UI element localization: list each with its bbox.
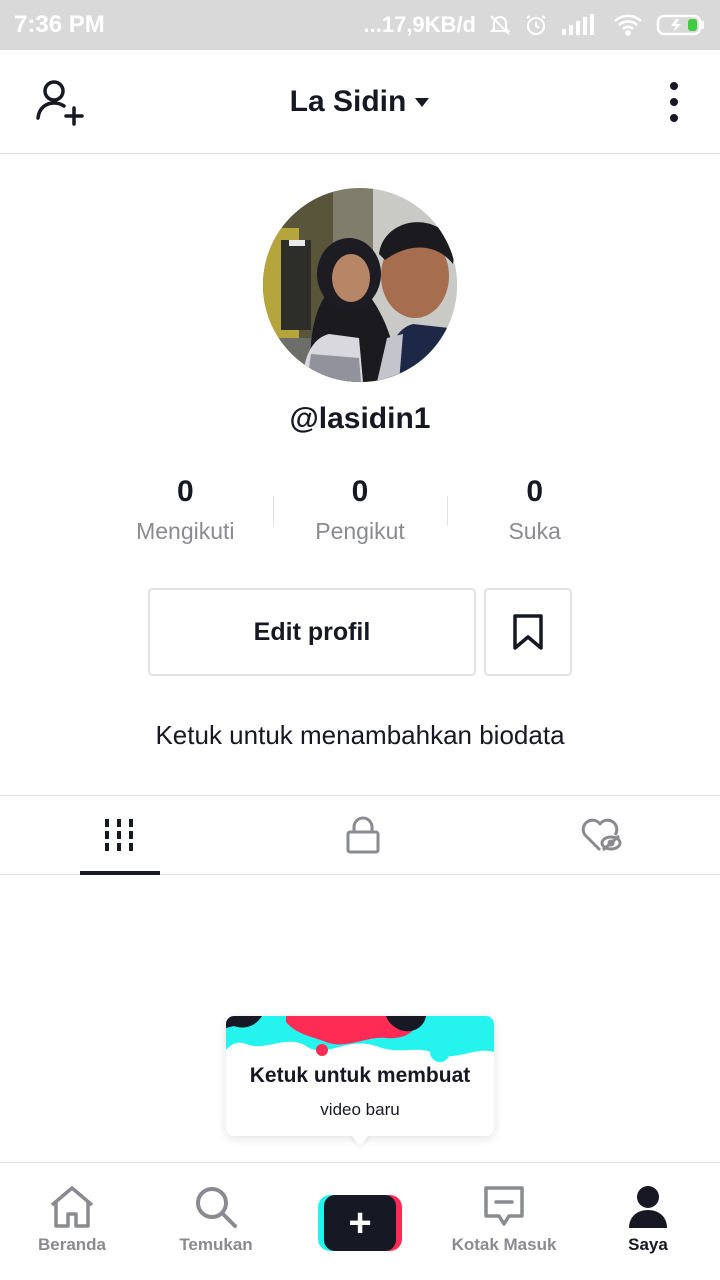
stat-following-label: Mengikuti bbox=[136, 518, 235, 544]
profile-icon bbox=[629, 1186, 667, 1228]
stat-likes[interactable]: 0 Suka bbox=[447, 474, 622, 554]
tooltip-title: Ketuk untuk membuat bbox=[249, 1064, 471, 1087]
nav-create[interactable]: + bbox=[288, 1163, 432, 1280]
nav-home-label: Beranda bbox=[37, 1235, 107, 1254]
account-switcher[interactable]: La Sidin bbox=[290, 85, 431, 119]
nav-discover[interactable]: Temukan bbox=[144, 1163, 288, 1280]
bottom-navigation: Beranda Temukan + Kotak Masuk Saya bbox=[0, 1162, 720, 1280]
tab-liked[interactable] bbox=[449, 796, 720, 874]
edit-profile-button[interactable]: Edit profil bbox=[148, 588, 476, 676]
search-icon bbox=[196, 1187, 237, 1228]
grid-icon bbox=[105, 819, 133, 851]
wifi-icon bbox=[614, 14, 642, 36]
profile-header: La Sidin bbox=[0, 50, 720, 154]
tooltip-subtitle: video baru bbox=[320, 1100, 400, 1119]
bio-prompt[interactable]: Ketuk untuk menambahkan biodata bbox=[0, 720, 720, 751]
bookmark-icon bbox=[513, 614, 543, 650]
signal-icon bbox=[562, 14, 594, 35]
lock-icon bbox=[346, 816, 380, 854]
stat-followers-count: 0 bbox=[351, 475, 369, 508]
nav-profile-label: Saya bbox=[628, 1235, 668, 1254]
more-vertical-icon[interactable] bbox=[662, 80, 686, 124]
bookmark-button[interactable] bbox=[484, 588, 572, 676]
stat-likes-count: 0 bbox=[526, 475, 544, 508]
nav-home[interactable]: Beranda bbox=[0, 1163, 144, 1280]
tab-private[interactable] bbox=[277, 796, 450, 874]
network-speed: ...17,9KB/d bbox=[363, 12, 476, 37]
avatar[interactable] bbox=[263, 188, 457, 382]
stat-following[interactable]: 0 Mengikuti bbox=[98, 474, 273, 554]
inbox-icon bbox=[484, 1186, 524, 1226]
nav-profile[interactable]: Saya bbox=[576, 1163, 720, 1280]
nav-discover-label: Temukan bbox=[179, 1235, 253, 1254]
create-button[interactable]: + bbox=[318, 1195, 402, 1251]
tab-videos[interactable] bbox=[0, 796, 277, 875]
nav-inbox-label: Kotak Masuk bbox=[451, 1235, 557, 1254]
mute-icon bbox=[489, 15, 511, 35]
profile-stats: 0 Mengikuti 0 Pengikut 0 Suka bbox=[98, 474, 622, 554]
battery-charging-icon bbox=[656, 14, 704, 36]
tooltip-arrow bbox=[350, 1134, 370, 1146]
stat-following-count: 0 bbox=[176, 475, 194, 508]
status-bar: 7:36 PM ...17,9KB/d bbox=[0, 0, 720, 50]
alarm-icon bbox=[526, 15, 546, 35]
status-icons: ...17,9KB/d bbox=[364, 12, 706, 38]
plus-icon: + bbox=[324, 1195, 396, 1251]
page-title: La Sidin bbox=[289, 84, 407, 118]
stat-followers-label: Pengikut bbox=[315, 518, 405, 544]
hidden-liked-icon bbox=[581, 818, 622, 852]
username: @lasidin1 bbox=[289, 402, 431, 435]
home-icon bbox=[50, 1186, 94, 1228]
caret-down-icon bbox=[415, 97, 430, 107]
status-time: 7:36 PM bbox=[14, 11, 105, 38]
nav-inbox[interactable]: Kotak Masuk bbox=[432, 1163, 576, 1280]
stat-followers[interactable]: 0 Pengikut bbox=[272, 474, 448, 554]
content-tabs bbox=[0, 795, 720, 875]
stat-likes-label: Suka bbox=[508, 518, 561, 544]
add-user-icon[interactable] bbox=[34, 78, 86, 128]
create-video-tooltip[interactable]: Ketuk untuk membuat video baru bbox=[226, 1016, 494, 1136]
